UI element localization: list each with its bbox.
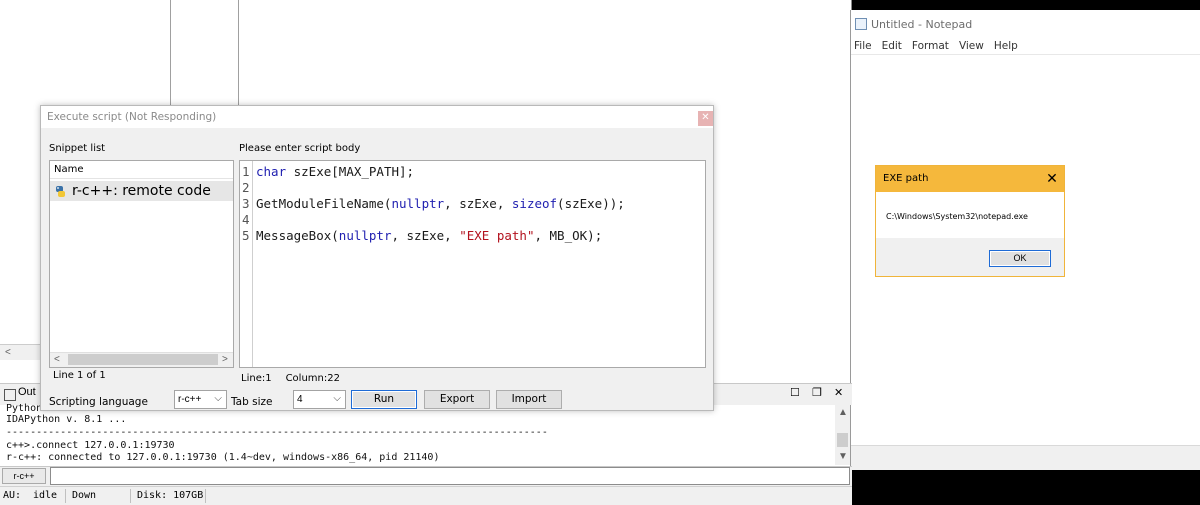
- menu-format[interactable]: Format: [912, 40, 949, 52]
- snippet-item[interactable]: r-c++: remote code: [50, 181, 233, 201]
- pane-divider: [170, 0, 171, 105]
- message-box: EXE path ✕ C:\Windows\System32\notepad.e…: [875, 165, 1065, 277]
- output-tab[interactable]: Out: [2, 386, 42, 404]
- status-state: idle: [33, 490, 58, 501]
- output-line: r-c++: connected to 127.0.0.1:19730 (1.4…: [6, 452, 440, 463]
- scroll-thumb[interactable]: [837, 433, 848, 447]
- pane-divider: [238, 0, 239, 105]
- line-number-gutter: 1 2 3 4 5: [240, 161, 253, 367]
- menu-file[interactable]: File: [854, 40, 872, 52]
- status-direction: Down: [72, 490, 97, 501]
- output-line: IDAPython v. 8.1 ...: [6, 414, 392, 425]
- notepad-statusbar: [851, 445, 1200, 470]
- status-separator: [65, 489, 66, 503]
- column-indicator: Column:22: [285, 373, 340, 384]
- menu-view[interactable]: View: [959, 40, 984, 52]
- maximize-icon[interactable]: ☐: [790, 386, 800, 399]
- output-line: ----------------------------------------…: [6, 427, 548, 438]
- code-line-5[interactable]: MessageBox(nullptr, szExe, "EXE path", M…: [256, 228, 602, 243]
- chevron-down-icon: ⌵: [214, 393, 222, 404]
- message-text: C:\Windows\System32\notepad.exe: [886, 212, 1028, 221]
- code-text: , szExe,: [391, 228, 460, 243]
- status-separator: [205, 489, 206, 503]
- script-body-label: Please enter script body: [239, 143, 361, 154]
- code-line-1[interactable]: char szExe[MAX_PATH];: [256, 164, 414, 179]
- command-input[interactable]: [50, 467, 850, 485]
- code-text: GetModuleFileName(: [256, 196, 392, 211]
- close-icon[interactable]: ✕: [698, 111, 713, 126]
- execute-script-dialog[interactable]: Execute script (Not Responding) ✕ Snippe…: [40, 105, 714, 411]
- code-text: MessageBox(: [256, 228, 339, 243]
- close-icon[interactable]: ✕: [834, 386, 843, 399]
- snippet-list-label: Snippet list: [49, 143, 106, 154]
- menu-help[interactable]: Help: [994, 40, 1018, 52]
- code-text: (szExe));: [557, 196, 625, 211]
- line-number: 4: [242, 212, 250, 227]
- scroll-left-icon[interactable]: <: [54, 354, 60, 365]
- code-text: , szExe,: [444, 196, 512, 211]
- code-text: szExe[MAX_PATH];: [286, 164, 415, 179]
- scripting-language-label: Scripting language: [49, 396, 148, 408]
- code-line-3[interactable]: GetModuleFileName(nullptr, szExe, sizeof…: [256, 196, 625, 211]
- output-log[interactable]: Python IDAPython v. 8.1 ... ------------…: [0, 403, 835, 465]
- line-number: 5: [242, 228, 250, 243]
- column-header-name[interactable]: Name: [50, 161, 233, 179]
- status-au: AU:: [3, 490, 22, 501]
- ok-button[interactable]: OK: [989, 250, 1051, 267]
- menu-edit[interactable]: Edit: [882, 40, 902, 52]
- vertical-scrollbar[interactable]: ▲ ▼: [835, 405, 850, 465]
- chevron-down-icon: ⌵: [333, 393, 341, 404]
- restore-icon[interactable]: ❐: [812, 386, 822, 399]
- script-editor[interactable]: 1 2 3 4 5 char szExe[MAX_PATH]; GetModul…: [239, 160, 706, 368]
- code-keyword: nullptr: [338, 228, 392, 243]
- dialog-title: Execute script (Not Responding): [47, 111, 217, 123]
- output-window-icon: [4, 389, 16, 401]
- python-icon: [56, 186, 65, 197]
- scroll-left-icon[interactable]: <: [5, 347, 11, 358]
- code-string: "EXE path": [459, 228, 535, 243]
- horizontal-scrollbar[interactable]: <: [0, 344, 45, 360]
- status-disk: Disk: 107GB: [137, 490, 204, 501]
- line-number: 2: [242, 180, 250, 195]
- editor-status: Line:1 Column:22: [239, 370, 706, 388]
- code-keyword: char: [256, 164, 287, 179]
- output-line: c++>.connect 127.0.0.1:19730: [6, 440, 175, 451]
- message-box-title: EXE path: [876, 166, 1064, 192]
- import-button[interactable]: Import: [496, 390, 562, 409]
- close-icon[interactable]: ✕: [1044, 170, 1060, 186]
- output-tab-label: Out: [18, 386, 36, 398]
- scroll-down-icon[interactable]: ▼: [838, 451, 848, 462]
- menu-divider: [851, 54, 1200, 55]
- status-bar: AU: idle Down Disk: 107GB: [0, 486, 852, 505]
- line-number: 3: [242, 196, 250, 211]
- snippet-list[interactable]: Name r-c++: remote code < >: [49, 160, 234, 368]
- tab-size-select[interactable]: 4 ⌵: [293, 390, 346, 409]
- language-selector-button[interactable]: r-c++: [2, 468, 46, 484]
- selected-language: r-c++: [178, 394, 202, 405]
- scroll-thumb[interactable]: [68, 354, 218, 365]
- line-indicator: Line:1: [241, 373, 272, 384]
- code-text: , MB_OK);: [534, 228, 603, 243]
- export-button[interactable]: Export: [424, 390, 490, 409]
- selected-tab-size: 4: [297, 394, 303, 405]
- scroll-up-icon[interactable]: ▲: [838, 407, 848, 418]
- line-number: 1: [242, 164, 250, 179]
- snippet-status: Line 1 of 1: [53, 370, 106, 381]
- notepad-title: Untitled - Notepad: [871, 18, 973, 31]
- code-keyword: nullptr: [391, 196, 445, 211]
- code-keyword: sizeof: [511, 196, 558, 211]
- output-line: Python: [6, 403, 43, 414]
- scripting-language-select[interactable]: r-c++ ⌵: [174, 390, 227, 409]
- run-button[interactable]: Run: [351, 390, 417, 409]
- pane-controls: ☐ ❐ ✕: [787, 386, 847, 402]
- tab-size-label: Tab size: [231, 396, 273, 408]
- status-separator: [130, 489, 131, 503]
- scroll-right-icon[interactable]: >: [222, 354, 228, 365]
